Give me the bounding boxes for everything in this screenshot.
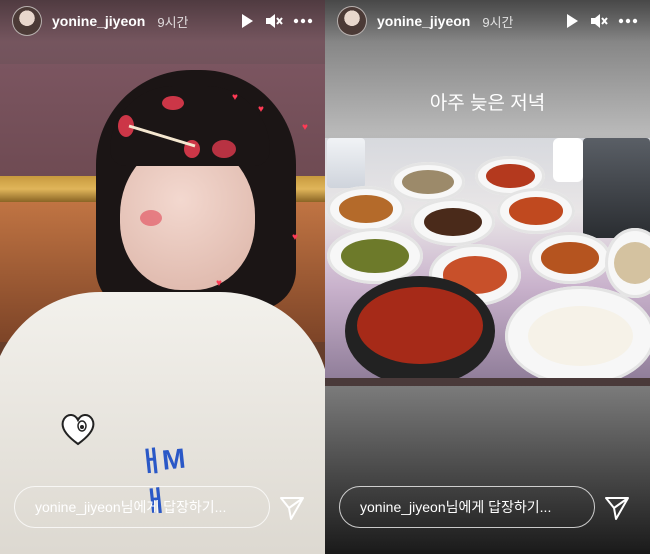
heart-sticker-icon: ♥	[292, 232, 298, 243]
more-options-icon[interactable]	[293, 18, 313, 24]
sweater-logo: ㅐMㅐ	[136, 442, 186, 519]
timestamp: 9시간	[157, 14, 189, 30]
reply-input[interactable]: yonine_jiyeon님에게 답장하기...	[14, 486, 270, 528]
lips-sticker	[212, 140, 236, 158]
username[interactable]: yonine_jiyeon	[52, 13, 145, 29]
play-icon[interactable]	[239, 13, 255, 29]
reply-placeholder: yonine_jiyeon님에게 답장하기...	[360, 499, 552, 515]
avatar[interactable]	[337, 6, 367, 36]
heart-sticker-icon: ♥	[258, 104, 264, 115]
heart-sticker-icon: ♥	[302, 122, 308, 133]
mute-icon[interactable]	[265, 13, 283, 29]
story-caption: 아주 늦은 저녁	[429, 93, 546, 114]
story-header: yonine_jiyeon 9시간	[0, 0, 325, 42]
story-panel-left[interactable]: ㅐMㅐ ♥ ♥ ♥ ♥ ♥ yonine_jiyeon 9시간 yonine_j	[0, 0, 325, 554]
heart-eye-patch-icon	[61, 414, 95, 446]
avatar[interactable]	[12, 6, 42, 36]
send-icon[interactable]	[279, 495, 305, 521]
more-options-icon[interactable]	[618, 18, 638, 24]
send-icon[interactable]	[604, 495, 630, 521]
reply-placeholder: yonine_jiyeon님에게 답장하기...	[35, 499, 227, 515]
mute-icon[interactable]	[590, 13, 608, 29]
wand-sticker-icon	[128, 124, 196, 148]
username[interactable]: yonine_jiyeon	[377, 13, 470, 29]
heart-sticker-icon: ♥	[216, 278, 222, 289]
lips-sticker	[140, 210, 162, 226]
timestamp: 9시간	[482, 14, 514, 30]
story-header: yonine_jiyeon 9시간	[325, 0, 650, 42]
play-icon[interactable]	[564, 13, 580, 29]
lips-sticker	[162, 96, 184, 110]
reply-input[interactable]: yonine_jiyeon님에게 답장하기...	[339, 486, 595, 528]
heart-sticker-icon: ♥	[232, 92, 238, 103]
story-photo-food	[325, 138, 650, 386]
